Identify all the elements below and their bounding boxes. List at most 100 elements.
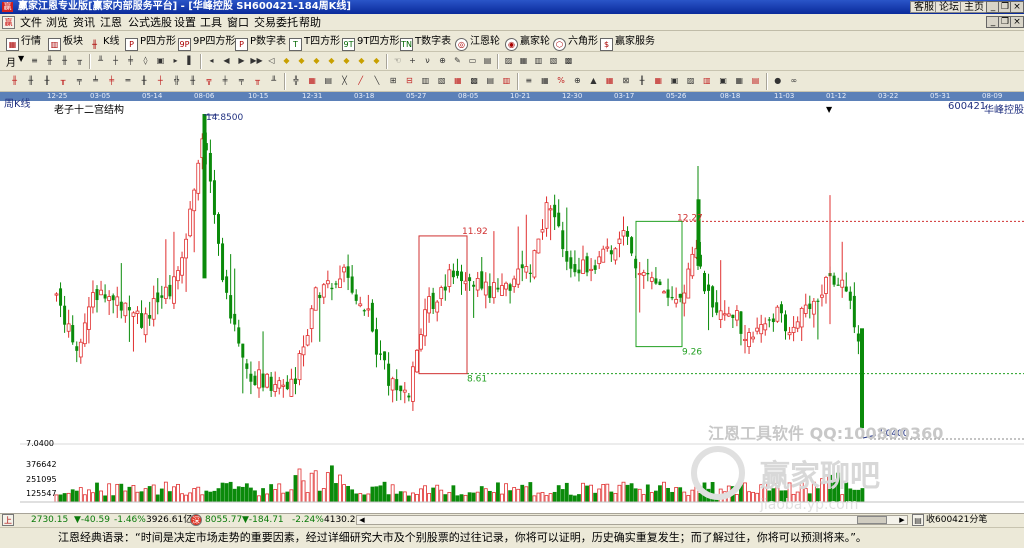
draw-tool-icon[interactable]: ◆ (310, 55, 323, 68)
draw-tool-icon[interactable]: ▧ (547, 55, 560, 68)
draw-tool-icon[interactable]: ⊕ (436, 55, 449, 68)
period-dropdown-icon[interactable]: ▼ (18, 54, 24, 63)
menu-gann[interactable]: 江恩 (100, 16, 122, 29)
indicator-tool-icon[interactable]: ⊟ (403, 75, 416, 88)
scroll-thumb[interactable] (857, 516, 887, 524)
indicator-tool-icon[interactable]: ▦ (451, 75, 464, 88)
draw-tool-icon[interactable]: ◆ (295, 55, 308, 68)
indicator-dropdown-icon[interactable]: ▼ (826, 105, 832, 114)
draw-tool-icon[interactable]: ◆ (280, 55, 293, 68)
tool-9p-square[interactable]: 9P 9P四方形 (178, 34, 235, 51)
draw-tool-icon[interactable]: ◀ (220, 55, 233, 68)
indicator-tool-icon[interactable]: ╥ (57, 75, 70, 88)
indicator-tool-icon[interactable]: ╫ (138, 75, 151, 88)
tool-gann-wheel[interactable]: ◎ 江恩轮 (455, 34, 500, 51)
draw-tool-icon[interactable]: ╫ (58, 55, 71, 68)
indicator-tool-icon[interactable]: ┼ (154, 75, 167, 88)
indicator-tool-icon[interactable]: ╨ (267, 75, 280, 88)
draw-tool-icon[interactable]: ◆ (370, 55, 383, 68)
indicator-tool-icon[interactable]: ⊕ (571, 75, 584, 88)
tool-t-table[interactable]: TN T数字表 (400, 34, 451, 51)
indicator-tool-icon[interactable]: ╫ (24, 75, 37, 88)
indicator-tool-icon[interactable]: ▧ (435, 75, 448, 88)
draw-tool-icon[interactable]: ▥ (532, 55, 545, 68)
menu-window[interactable]: 窗口 (227, 16, 249, 29)
indicator-tool-icon[interactable]: ╱ (354, 75, 367, 88)
indicator-tool-icon[interactable]: ▤ (322, 75, 335, 88)
indicator-tool-icon[interactable]: ▦ (306, 75, 319, 88)
draw-tool-icon[interactable]: ◂ (205, 55, 218, 68)
menu-settings[interactable]: 设置 (174, 16, 196, 29)
indicator-tool-icon[interactable]: ╳ (338, 75, 351, 88)
tool-t-square[interactable]: T T四方形 (289, 34, 340, 51)
menu-help[interactable]: 帮助 (299, 16, 321, 29)
indicator-tool-icon[interactable]: ╪ (219, 75, 232, 88)
draw-tool-icon[interactable]: ✎ (451, 55, 464, 68)
draw-tool-icon[interactable]: ▨ (502, 55, 515, 68)
indicator-tool-icon[interactable]: ∞ (787, 75, 800, 88)
draw-tool-icon[interactable]: ┼ (109, 55, 122, 68)
indicator-tool-icon[interactable]: ╥ (251, 75, 264, 88)
tool-quote[interactable]: ▦ 行情 (6, 34, 41, 51)
draw-tool-icon[interactable]: ▦ (517, 55, 530, 68)
kline-chart-area[interactable]: 14.8500 7.0400 11.92 8.61 12.27 9.26 周K线 老子十二… (0, 99, 1024, 513)
indicator-tool-icon[interactable]: ▦ (538, 75, 551, 88)
draw-tool-icon[interactable]: ◆ (340, 55, 353, 68)
indicator-tool-icon[interactable]: ▦ (652, 75, 665, 88)
draw-tool-icon[interactable]: ◆ (355, 55, 368, 68)
tool-sector[interactable]: ▥ 板块 (48, 34, 83, 51)
app-menu-icon[interactable]: 赢 (2, 16, 15, 29)
draw-tool-icon[interactable]: ◁ (265, 55, 278, 68)
indicator-tool-icon[interactable]: ● (771, 75, 784, 88)
draw-tool-icon[interactable]: ╨ (94, 55, 107, 68)
draw-tool-icon[interactable]: ▭ (466, 55, 479, 68)
tool-p-square[interactable]: P P四方形 (125, 34, 176, 51)
indicator-tool-icon[interactable]: ▲ (587, 75, 600, 88)
draw-tool-icon[interactable]: + (406, 55, 419, 68)
draw-tool-icon[interactable]: ▤ (481, 55, 494, 68)
scroll-left-icon[interactable]: ◀ (357, 516, 367, 524)
indicator-tool-icon[interactable]: ╫ (186, 75, 199, 88)
indicator-tool-icon[interactable]: ╤ (73, 75, 86, 88)
close-button[interactable]: × (1010, 1, 1024, 13)
menu-info[interactable]: 资讯 (73, 16, 95, 29)
draw-tool-icon[interactable]: ▌ (184, 55, 197, 68)
draw-tool-icon[interactable]: ╥ (73, 55, 86, 68)
indicator-tool-icon[interactable]: ▨ (684, 75, 697, 88)
link-zhuye[interactable]: 主页 (960, 1, 988, 13)
indicator-tool-icon[interactable]: ▤ (749, 75, 762, 88)
draw-tool-icon[interactable]: ▶▶ (250, 55, 263, 68)
indicator-tool-icon[interactable]: ▩ (468, 75, 481, 88)
indicator-tool-icon[interactable]: ╲ (370, 75, 383, 88)
indicator-tool-icon[interactable]: ╦ (202, 75, 215, 88)
indicator-tool-icon[interactable]: % (555, 75, 568, 88)
indicator-tool-icon[interactable]: ═ (121, 75, 134, 88)
menu-tools[interactable]: 工具 (200, 16, 222, 29)
draw-tool-icon[interactable]: ◆ (325, 55, 338, 68)
indicator-tool-icon[interactable]: ╧ (89, 75, 102, 88)
period-selector[interactable]: 月 (6, 54, 16, 69)
menu-browse[interactable]: 浏览 (46, 16, 68, 29)
indicator-tool-icon[interactable]: ╪ (105, 75, 118, 88)
link-luntan[interactable]: 论坛 (935, 1, 963, 13)
tool-kline[interactable]: ╫ K线 (88, 34, 119, 49)
indicator-tool-icon[interactable]: ⊠ (619, 75, 632, 88)
draw-tool-icon[interactable]: ν (421, 55, 434, 68)
indicator-tool-icon[interactable]: ⊞ (387, 75, 400, 88)
indicator-tool-icon[interactable]: ▥ (419, 75, 432, 88)
menu-formula[interactable]: 公式选股 (128, 16, 172, 29)
scroll-right-icon[interactable]: ▶ (897, 516, 907, 524)
indicator-tool-icon[interactable]: ╫ (8, 75, 21, 88)
indicator-tool-icon[interactable]: ╬ (170, 75, 183, 88)
horizontal-scrollbar[interactable]: ◀ ▶ (356, 515, 908, 525)
tool-p-table[interactable]: P P数字表 (235, 34, 286, 51)
menu-file[interactable]: 文件 (20, 16, 42, 29)
indicator-tool-icon[interactable]: ╫ (636, 75, 649, 88)
indicator-tool-icon[interactable]: ▣ (668, 75, 681, 88)
indicator-tool-icon[interactable]: ▤ (484, 75, 497, 88)
indicator-tool-icon[interactable]: ▥ (500, 75, 513, 88)
tool-winner-service[interactable]: $ 赢家服务 (600, 34, 655, 51)
draw-tool-icon[interactable]: ◊ (139, 55, 152, 68)
draw-tool-icon[interactable]: ╪ (124, 55, 137, 68)
indicator-tool-icon[interactable]: ╬ (289, 75, 302, 88)
